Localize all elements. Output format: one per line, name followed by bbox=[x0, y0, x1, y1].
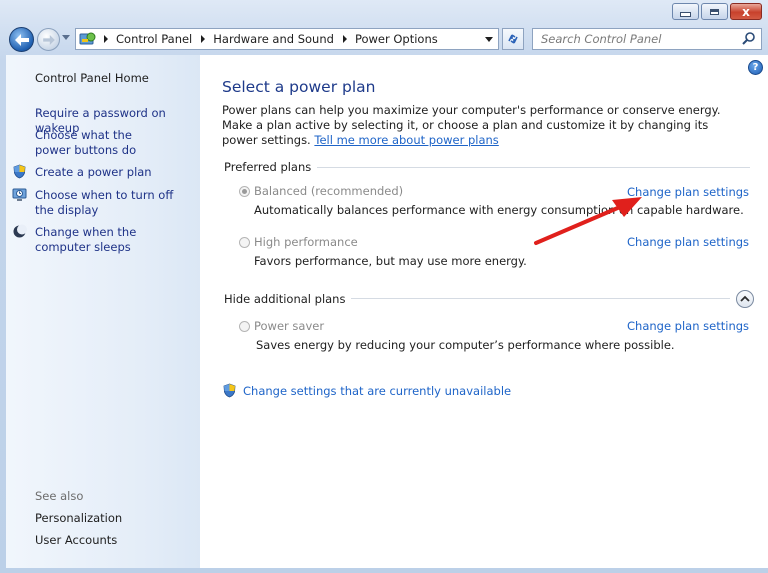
change-unavailable-settings-link[interactable]: Change settings that are currently unava… bbox=[243, 384, 511, 398]
plan-desc-power-saver: Saves energy by reducing your computer’s… bbox=[256, 338, 675, 352]
window-frame: x Control Panel Hardware and Sound Power… bbox=[0, 0, 768, 573]
collapse-plans-button[interactable] bbox=[736, 290, 754, 308]
change-plan-settings-high-performance-link[interactable]: Change plan settings bbox=[627, 235, 749, 249]
back-arrow-icon bbox=[14, 33, 29, 46]
breadcrumb-power-options[interactable]: Power Options bbox=[355, 32, 438, 46]
hide-additional-plans-heading[interactable]: Hide additional plans bbox=[224, 292, 352, 306]
change-plan-settings-balanced-link[interactable]: Change plan settings bbox=[627, 185, 749, 199]
address-dropdown-icon[interactable] bbox=[485, 37, 493, 42]
control-panel-home-link[interactable]: Control Panel Home bbox=[35, 71, 149, 86]
see-also-user-accounts-link[interactable]: User Accounts bbox=[35, 533, 117, 548]
plan-radio-high-performance[interactable] bbox=[239, 237, 250, 248]
plan-name-high-performance[interactable]: High performance bbox=[254, 235, 358, 249]
plan-desc-balanced: Automatically balances performance with … bbox=[254, 203, 744, 217]
recent-pages-dropdown[interactable] bbox=[62, 35, 70, 40]
intro-text: Power plans can help you maximize your c… bbox=[222, 103, 742, 148]
search-icon[interactable] bbox=[741, 31, 757, 47]
search-box[interactable] bbox=[532, 28, 762, 50]
window-controls: x bbox=[672, 3, 762, 20]
plan-name-balanced[interactable]: Balanced (recommended) bbox=[254, 184, 403, 198]
sidebar-item-turn-off-display[interactable]: Choose when to turn off the display bbox=[35, 188, 195, 218]
sidebar-item-power-buttons[interactable]: Choose what the power buttons do bbox=[35, 128, 165, 158]
uac-shield-icon bbox=[223, 383, 236, 398]
see-also-personalization-link[interactable]: Personalization bbox=[35, 511, 122, 526]
sidebar-item-computer-sleeps[interactable]: Change when the computer sleeps bbox=[35, 225, 195, 255]
minimize-button[interactable] bbox=[672, 3, 699, 20]
breadcrumb-hardware-and-sound[interactable]: Hardware and Sound bbox=[213, 32, 334, 46]
help-icon[interactable]: ? bbox=[748, 60, 763, 75]
forward-arrow-icon bbox=[42, 34, 55, 45]
monitor-icon bbox=[12, 188, 27, 201]
change-plan-settings-power-saver-link[interactable]: Change plan settings bbox=[627, 319, 749, 333]
tell-me-more-link[interactable]: Tell me more about power plans bbox=[314, 133, 498, 147]
chevron-up-icon bbox=[740, 295, 750, 302]
breadcrumb-separator[interactable] bbox=[342, 35, 347, 43]
address-bar[interactable]: Control Panel Hardware and Sound Power O… bbox=[75, 28, 499, 50]
help-glyph: ? bbox=[752, 62, 759, 73]
breadcrumb-separator[interactable] bbox=[201, 35, 206, 43]
control-panel-icon bbox=[79, 32, 96, 45]
maximize-button[interactable] bbox=[701, 3, 728, 20]
plan-radio-power-saver[interactable] bbox=[239, 321, 250, 332]
forward-button[interactable] bbox=[37, 28, 60, 51]
plan-name-power-saver[interactable]: Power saver bbox=[254, 319, 324, 333]
close-icon: x bbox=[742, 4, 750, 19]
sidebar-item-create-plan[interactable]: Create a power plan bbox=[35, 165, 152, 180]
moon-icon bbox=[13, 224, 27, 238]
see-also-heading: See also bbox=[35, 489, 84, 503]
page-title: Select a power plan bbox=[222, 78, 376, 96]
back-button[interactable] bbox=[9, 27, 34, 52]
unavailable-settings-row[interactable]: Change settings that are currently unava… bbox=[222, 383, 511, 398]
shield-icon bbox=[13, 164, 26, 179]
refresh-icon bbox=[508, 34, 518, 44]
title-bar: x bbox=[0, 0, 768, 26]
breadcrumb-separator[interactable] bbox=[104, 35, 108, 43]
maximize-icon bbox=[710, 8, 719, 15]
preferred-plans-heading: Preferred plans bbox=[224, 160, 318, 174]
minimize-icon bbox=[680, 12, 691, 17]
search-input[interactable] bbox=[539, 31, 741, 47]
breadcrumb-control-panel[interactable]: Control Panel bbox=[116, 32, 192, 46]
close-button[interactable]: x bbox=[730, 3, 762, 20]
refresh-button[interactable] bbox=[502, 28, 524, 50]
plan-radio-balanced[interactable] bbox=[239, 186, 250, 197]
plan-desc-high-performance: Favors performance, but may use more ene… bbox=[254, 254, 527, 268]
